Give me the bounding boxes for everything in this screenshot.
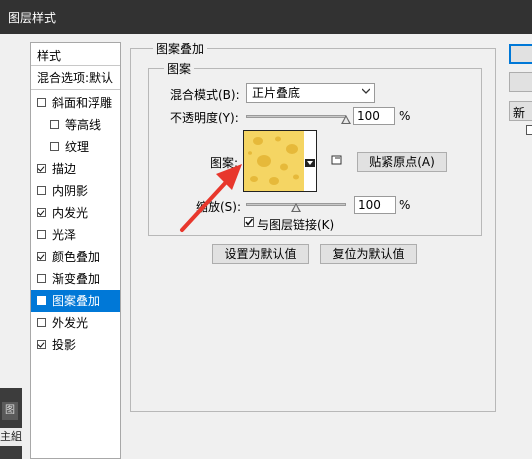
style-list-item-label: 等高线 xyxy=(65,118,102,132)
style-list-item-label: 光泽 xyxy=(52,228,77,242)
background-tab: 图 xyxy=(2,402,18,420)
new-style-label: 新 xyxy=(513,106,526,120)
style-list: 样式混合选项:默认斜面和浮雕等高线纹理描边内阴影内发光光泽颜色叠加渐变叠加图案叠… xyxy=(30,42,121,459)
style-checkbox[interactable] xyxy=(37,186,46,195)
style-list-item[interactable]: 内阴影 xyxy=(31,180,120,202)
divider xyxy=(31,89,120,90)
style-checkbox[interactable] xyxy=(37,296,46,305)
style-checkbox[interactable] xyxy=(37,274,46,283)
blend-mode-value: 正片叠底 xyxy=(252,86,301,100)
style-checkbox[interactable] xyxy=(37,164,46,173)
style-list-item[interactable]: 等高线 xyxy=(31,114,120,136)
style-list-item-label: 样式 xyxy=(37,49,62,63)
style-checkbox[interactable] xyxy=(37,340,46,349)
title-bar: 图层样式 xyxy=(0,0,532,34)
blend-mode-label: 混合模式(B): xyxy=(170,88,240,102)
style-list-item-label: 外发光 xyxy=(52,316,89,330)
style-list-item[interactable]: 颜色叠加 xyxy=(31,246,120,268)
style-list-item[interactable]: 内发光 xyxy=(31,202,120,224)
style-list-item[interactable]: 渐变叠加 xyxy=(31,268,120,290)
style-list-item-label: 混合选项:默认 xyxy=(37,71,114,85)
scale-input[interactable]: 100 xyxy=(354,196,396,214)
style-checkbox[interactable] xyxy=(37,98,46,107)
cancel-button[interactable] xyxy=(509,72,532,92)
opacity-slider-track[interactable] xyxy=(246,115,346,118)
style-list-item-label: 颜色叠加 xyxy=(52,250,101,264)
style-list-item-label: 内阴影 xyxy=(52,184,89,198)
background-app-strip: 图 主組 xyxy=(0,388,22,459)
chevron-down-icon xyxy=(362,88,370,94)
style-list-item[interactable]: 光泽 xyxy=(31,224,120,246)
style-checkbox[interactable] xyxy=(37,252,46,261)
preview-checkbox[interactable] xyxy=(526,125,532,135)
subgroup-title: 图案 xyxy=(164,60,195,77)
style-list-item-label: 图案叠加 xyxy=(52,294,101,308)
style-checkbox[interactable] xyxy=(37,230,46,239)
style-list-item-label: 投影 xyxy=(52,338,77,352)
style-list-item[interactable]: 图案叠加 xyxy=(31,290,120,312)
group-title: 图案叠加 xyxy=(153,40,208,57)
style-checkbox[interactable] xyxy=(37,208,46,217)
red-arrow-annotation xyxy=(180,164,242,232)
divider xyxy=(31,65,120,66)
new-preset-button[interactable] xyxy=(329,153,345,169)
style-list-item[interactable]: 混合选项:默认 xyxy=(31,67,120,89)
style-list-item[interactable]: 纹理 xyxy=(31,136,120,158)
style-list-item[interactable]: 斜面和浮雕 xyxy=(31,92,120,114)
background-tab-label: 主組 xyxy=(0,428,22,446)
new-style-button[interactable]: 新 xyxy=(509,101,532,121)
style-list-item[interactable]: 描边 xyxy=(31,158,120,180)
style-list-item-label: 渐变叠加 xyxy=(52,272,101,286)
style-list-item-label: 纹理 xyxy=(65,140,90,154)
style-checkbox[interactable] xyxy=(37,318,46,327)
set-default-button[interactable]: 设置为默认值 xyxy=(212,244,309,264)
style-list-item[interactable]: 投影 xyxy=(31,334,120,356)
opacity-percent: % xyxy=(399,109,411,123)
page-icon xyxy=(331,155,342,165)
opacity-slider-thumb[interactable] xyxy=(341,115,351,124)
style-list-item[interactable]: 外发光 xyxy=(31,312,120,334)
style-list-item-label: 斜面和浮雕 xyxy=(52,96,113,110)
style-list-item-label: 描边 xyxy=(52,162,77,176)
opacity-input[interactable]: 100 xyxy=(353,107,395,125)
opacity-label: 不透明度(Y): xyxy=(170,111,239,125)
snap-to-origin-button[interactable]: 贴紧原点(A) xyxy=(357,152,447,172)
blend-mode-select[interactable]: 正片叠底 xyxy=(246,83,375,103)
style-checkbox[interactable] xyxy=(50,120,59,129)
scale-slider-thumb[interactable] xyxy=(291,203,301,212)
link-with-layer-label: 与图层链接(K) xyxy=(257,218,335,232)
style-list-item[interactable]: 样式 xyxy=(31,45,120,67)
style-checkbox[interactable] xyxy=(50,142,59,151)
window-title: 图层样式 xyxy=(8,11,57,25)
style-list-item-label: 内发光 xyxy=(52,206,89,220)
scale-percent: % xyxy=(399,198,411,212)
reset-default-button[interactable]: 复位为默认值 xyxy=(320,244,417,264)
ok-button[interactable] xyxy=(509,44,532,64)
